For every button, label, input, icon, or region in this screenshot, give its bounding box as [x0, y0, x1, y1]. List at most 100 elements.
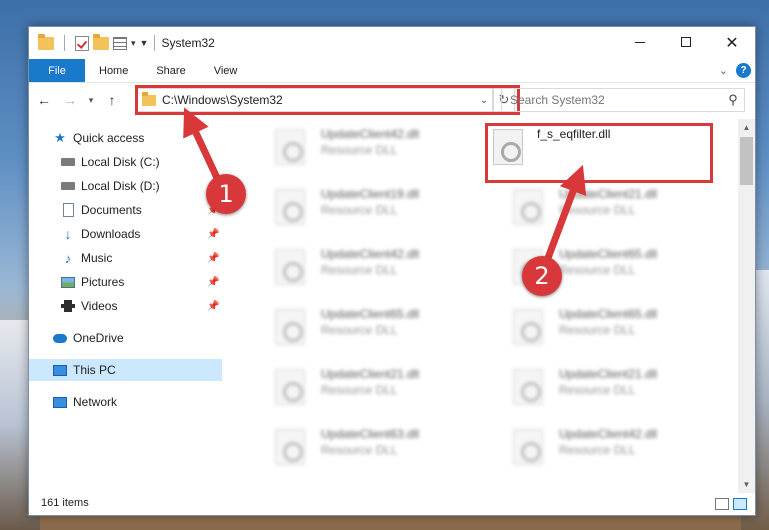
list-item[interactable]: UpdateClient65.dll Resource DLL: [487, 239, 715, 293]
minimize-icon: [635, 41, 645, 43]
file-type: Resource DLL: [559, 203, 636, 217]
sidebar-item-pictures[interactable]: Pictures 📌: [29, 271, 222, 293]
file-type: Resource DLL: [559, 443, 636, 457]
pin-icon[interactable]: 📌: [207, 301, 219, 312]
sidebar-item-label: Documents: [81, 203, 142, 217]
pin-icon[interactable]: 📌: [207, 277, 219, 288]
file-name: f_s_eqfilter.dll: [537, 127, 611, 141]
window-controls: ✕: [617, 27, 755, 57]
recent-locations-icon[interactable]: ▾: [85, 89, 97, 111]
star-icon: ★: [54, 130, 66, 145]
ribbon-right: ⌄ ?: [719, 63, 751, 78]
sidebar-item-downloads[interactable]: ↓ Downloads 📌: [29, 223, 222, 245]
list-item[interactable]: UpdateClient21.dll Resource DLL: [249, 359, 477, 413]
file-name: UpdateClient21.dll: [559, 367, 658, 381]
help-icon[interactable]: ?: [736, 63, 751, 78]
forward-button[interactable]: →: [59, 89, 81, 111]
dll-file-icon: [513, 189, 543, 225]
properties-check-icon[interactable]: [75, 35, 89, 51]
customize-icon[interactable]: [113, 36, 127, 50]
window-title: System32: [161, 36, 215, 50]
file-type: Resource DLL: [321, 443, 398, 457]
dll-file-icon: [513, 429, 543, 465]
large-icons-view-icon[interactable]: [733, 498, 747, 510]
search-input[interactable]: [502, 93, 722, 107]
list-item[interactable]: UpdateClient63.dll Resource DLL: [249, 419, 477, 473]
list-item[interactable]: UpdateClient21.dll Resource DLL: [487, 359, 715, 413]
sidebar-item-label: Videos: [81, 299, 118, 313]
documents-icon: [61, 203, 75, 217]
file-name: UpdateClient42.dll: [559, 427, 658, 441]
file-name: UpdateClient65.dll: [559, 247, 658, 261]
list-item[interactable]: UpdateClient65.dll Resource DLL: [249, 299, 477, 353]
list-item[interactable]: UpdateClient42.dll Resource DLL: [249, 239, 477, 293]
dll-file-icon: [513, 369, 543, 405]
list-item[interactable]: UpdateClient21.dll Resource DLL: [487, 179, 715, 233]
up-button[interactable]: ↑: [101, 89, 123, 111]
sidebar-item-label: Network: [73, 395, 118, 409]
file-list: UpdateClient42.dll Resource DLL UpdateCl…: [225, 119, 740, 489]
item-count: 161 items: [41, 497, 89, 509]
search-box[interactable]: ⚲: [501, 88, 745, 112]
sidebar-item-label: This PC: [73, 363, 116, 377]
pin-icon[interactable]: 📌: [207, 229, 219, 240]
chevron-down-icon[interactable]: ▾: [131, 38, 136, 49]
file-name: UpdateClient65.dll: [321, 307, 420, 321]
tab-home[interactable]: Home: [85, 59, 142, 82]
list-item[interactable]: UpdateClient65.dll Resource DLL: [487, 299, 715, 353]
chevron-down-icon[interactable]: ⌄: [476, 95, 492, 106]
sidebar-item-this-pc[interactable]: This PC: [29, 359, 222, 381]
vertical-scrollbar[interactable]: ▲ ▼: [738, 119, 755, 493]
sidebar-item-quick-access[interactable]: ★ Quick access: [29, 127, 222, 149]
expand-ribbon-icon[interactable]: ⌄: [719, 64, 728, 77]
disk-icon: [61, 155, 75, 169]
scroll-thumb[interactable]: [740, 137, 753, 185]
ribbon-tabs: File Home Share View ⌄ ?: [29, 59, 755, 83]
title-bar: ▾ ▼ System32 ✕: [29, 27, 755, 59]
file-name: UpdateClient21.dll: [559, 187, 658, 201]
tab-view[interactable]: View: [200, 59, 252, 82]
scroll-up-icon[interactable]: ▲: [738, 119, 755, 136]
sidebar-item-network[interactable]: Network: [29, 391, 222, 413]
back-button[interactable]: ←: [33, 89, 55, 111]
sidebar-item-label: Music: [81, 251, 113, 265]
toolbar-dropdown-icon[interactable]: ▼: [140, 38, 149, 48]
dll-file-icon: [275, 369, 305, 405]
target-dll-file[interactable]: f_s_eqfilter.dll: [487, 119, 715, 173]
explorer-window: ▾ ▼ System32 ✕ File Home Share View ⌄ ? …: [28, 26, 756, 516]
divider: [64, 35, 65, 51]
sidebar-item-videos[interactable]: Videos 📌: [29, 295, 222, 317]
list-item[interactable]: UpdateClient42.dll Resource DLL: [249, 119, 477, 173]
file-name: UpdateClient42.dll: [321, 247, 420, 261]
videos-icon: [61, 299, 75, 313]
sidebar-item-local-disk-d[interactable]: Local Disk (D:): [29, 175, 222, 197]
sidebar-item-onedrive[interactable]: OneDrive: [29, 327, 222, 349]
tab-share[interactable]: Share: [142, 59, 199, 82]
dll-file-icon: [275, 429, 305, 465]
file-type: Resource DLL: [321, 143, 398, 157]
close-button[interactable]: ✕: [709, 27, 755, 57]
disk-icon: [61, 179, 75, 193]
dll-file-icon: [275, 249, 305, 285]
list-item[interactable]: UpdateClient42.dll Resource DLL: [487, 419, 715, 473]
maximize-button[interactable]: [663, 27, 709, 57]
sidebar-item-label: Local Disk (D:): [81, 179, 160, 193]
sidebar-item-music[interactable]: ♪ Music 📌: [29, 247, 222, 269]
sidebar-item-label: Pictures: [81, 275, 125, 289]
folder-icon: [142, 91, 156, 106]
details-view-icon[interactable]: [715, 498, 729, 510]
minimize-button[interactable]: [617, 27, 663, 57]
music-icon: ♪: [64, 250, 72, 266]
file-type: Resource DLL: [321, 383, 398, 397]
search-icon[interactable]: ⚲: [722, 92, 744, 108]
folder-icon: [38, 33, 54, 50]
new-folder-icon[interactable]: [93, 33, 109, 50]
sidebar-item-documents[interactable]: Documents 📌: [29, 199, 222, 221]
address-path[interactable]: C:\Windows\System32: [162, 93, 476, 107]
list-item[interactable]: UpdateClient19.dll Resource DLL: [249, 179, 477, 233]
tab-file[interactable]: File: [29, 59, 85, 82]
pin-icon[interactable]: 📌: [207, 253, 219, 264]
title-divider: [154, 35, 156, 51]
address-bar[interactable]: C:\Windows\System32 ⌄: [135, 88, 493, 112]
sidebar-item-local-disk-c[interactable]: Local Disk (C:): [29, 151, 222, 173]
